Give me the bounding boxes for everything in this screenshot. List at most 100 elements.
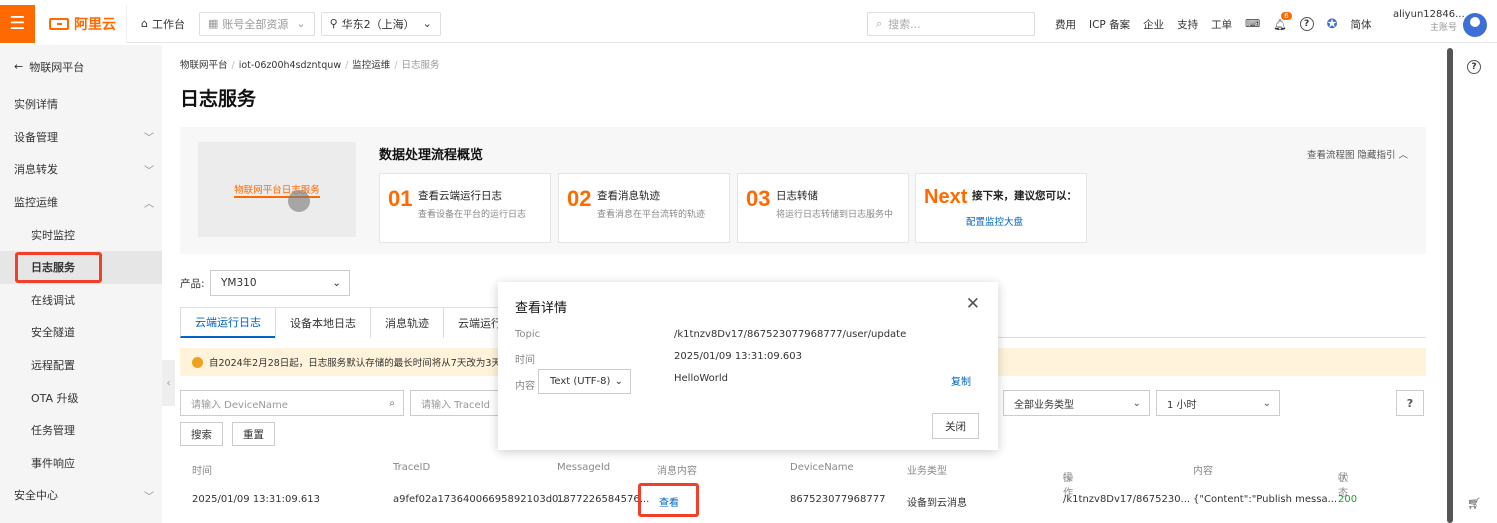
terminal-icon[interactable]: ⌨ (1245, 18, 1260, 30)
workbench-link[interactable]: ⌂ 工作台 (133, 12, 193, 36)
step-card[interactable]: 02 查看消息轨迹 查看消息在平台流转的轨迹 (558, 173, 730, 243)
encoding-value: Text (UTF-8) (550, 376, 611, 387)
sidebar-item[interactable]: 事件响应 (0, 447, 162, 480)
step-desc: 将运行日志转储到日志服务中 (776, 210, 894, 220)
help-icon[interactable]: ? (1467, 60, 1481, 74)
sidebar-item[interactable]: 实例详情 (0, 88, 162, 121)
service-icon[interactable]: ✪ (1327, 17, 1338, 32)
next-title: 接下来，建议您可以： (972, 190, 1077, 202)
sidebar-item[interactable]: 实时监控 (0, 218, 162, 251)
dialog-title: 查看详情 (515, 301, 568, 316)
menu-icon[interactable]: ☰ (0, 4, 35, 43)
account-type: 主账号 (1429, 23, 1457, 33)
sidebar-item[interactable]: 远程配置 (0, 349, 162, 382)
cell-time: 2025/01/09 13:31:09.613 (192, 494, 320, 505)
sidebar-item[interactable]: 日志服务 (0, 250, 162, 284)
link-enterprise[interactable]: 企业 (1143, 17, 1164, 32)
cart-icon[interactable]: 🛒︎ (1467, 497, 1481, 510)
chevron-icon: ﹀ (144, 491, 154, 503)
sidebar-item-label: 远程配置 (31, 359, 75, 373)
step-number: 02 (567, 186, 592, 211)
help-icon[interactable]: ⓘ (1338, 469, 1348, 484)
sidebar-item[interactable]: 消息转发 ﹀ (0, 153, 162, 186)
col-devicename: DeviceName (790, 462, 854, 473)
help-icon[interactable]: ⓘ (1063, 469, 1073, 484)
sidebar-item[interactable]: 设备管理 ﹀ (0, 121, 162, 154)
reset-button[interactable]: 重置 (232, 422, 275, 446)
chevron-icon: ﹀ (144, 165, 154, 177)
view-link-highlight (638, 483, 699, 517)
region-dropdown[interactable]: ⚲ 华东2（上海） ⌄ (320, 11, 441, 36)
table-header: 时间 TraceID MessageId 消息内容 DeviceName 业务类… (180, 455, 1426, 499)
grid-icon: ▦ (207, 17, 219, 30)
avatar[interactable] (1463, 13, 1487, 37)
config-dashboard-link[interactable]: 配置监控大盘 (966, 214, 1023, 228)
help-button[interactable]: ? (1396, 390, 1424, 416)
sidebar-back-label: 物联网平台 (29, 60, 85, 74)
user-account[interactable]: aliyun12846... 主账号 (1393, 9, 1465, 33)
link-icp[interactable]: ICP 备案 (1089, 17, 1130, 32)
time-range-select[interactable]: 1 小时 ⌄ (1156, 390, 1280, 416)
next-card: Next 接下来，建议您可以： 配置监控大盘 (915, 173, 1087, 243)
breadcrumb: 物联网平台 / iot-06z00h4sdzntquw / 监控运维 / 日志服务 (180, 60, 440, 71)
chevron-icon: ︿ (144, 198, 154, 210)
sidebar-item[interactable]: 监控运维 ︿ (0, 186, 162, 219)
link-billing[interactable]: 费用 (1055, 17, 1076, 32)
overview-links[interactable]: 查看流程图 隐藏指引 ︿ (1307, 147, 1408, 161)
aliyun-logo[interactable]: 阿里云 (35, 4, 127, 43)
device-name-placeholder: 请输入 DeviceName (191, 399, 288, 411)
cell-devicename: 867523077968777 (790, 494, 886, 505)
sidebar-item-label: 消息转发 (14, 163, 58, 177)
sidebar-item[interactable]: 任务管理 (0, 414, 162, 447)
region-label: 华东2（上海） (341, 17, 415, 31)
account-scope-dropdown[interactable]: ▦ 账号全部资源 ⌄ (198, 11, 315, 36)
tab-device-local-log[interactable]: 设备本地日志 (275, 307, 371, 338)
device-name-input[interactable]: 请输入 DeviceName ⌕ (180, 390, 404, 416)
biz-type-select[interactable]: 全部业务类型 ⌄ (1003, 390, 1150, 416)
language-switch[interactable]: 简体 (1351, 17, 1372, 32)
sidebar-item[interactable]: 在线调试 (0, 284, 162, 317)
overview-video[interactable]: 物联网平台日志服务 (198, 142, 356, 237)
sidebar-back-link[interactable]: ← 物联网平台 (0, 45, 162, 88)
sidebar-item-label: 安全隧道 (31, 326, 75, 340)
link-support[interactable]: 支持 (1177, 17, 1198, 32)
search-icon[interactable]: ⌕ (389, 398, 395, 409)
sidebar-item[interactable]: 安全隧道 (0, 316, 162, 349)
scrollbar[interactable] (1447, 48, 1453, 523)
play-icon[interactable] (288, 190, 310, 212)
sidebar-collapse-handle[interactable]: ‹ (162, 360, 175, 406)
breadcrumb-item[interactable]: iot-06z00h4sdzntquw (239, 60, 341, 71)
chevron-down-icon: ⌄ (1132, 397, 1141, 409)
copy-link[interactable]: 复制 (951, 373, 971, 388)
cell-operation: /k1tnzv8Dv17/8675230... (1063, 494, 1191, 505)
global-search-input[interactable]: ⌕ 搜索... (867, 12, 1035, 36)
cell-messageid: 1877226584576... (557, 494, 650, 505)
table-row: 2025/01/09 13:31:09.613 a9fef02a17364006… (180, 487, 1426, 515)
link-ticket[interactable]: 工单 (1211, 17, 1232, 32)
help-icon[interactable]: ? (1299, 17, 1314, 31)
close-icon[interactable]: ✕ (966, 294, 980, 314)
time-range-value: 1 小时 (1167, 399, 1197, 411)
search-button[interactable]: 搜索 (180, 422, 223, 446)
step-number: 03 (746, 186, 771, 211)
sidebar-item-label: 实例详情 (14, 98, 58, 112)
col-content: 内容 (1193, 466, 1213, 477)
sidebar-item[interactable]: OTA 升级 (0, 381, 162, 414)
product-select[interactable]: YM310 ⌄ (210, 270, 350, 296)
sidebar-item[interactable]: 安全中心 ﹀ (0, 479, 162, 512)
breadcrumb-item[interactable]: 物联网平台 (180, 60, 228, 71)
topic-value: /k1tnzv8Dv17/867523077968777/user/update (674, 329, 907, 340)
bell-icon[interactable]: 🔔︎ 6 (1273, 11, 1292, 31)
tab-cloud-log[interactable]: 云端运行日志 (180, 307, 276, 338)
step-card[interactable]: 01 查看云端运行日志 查看设备在平台的运行日志 (379, 173, 551, 243)
step-card[interactable]: 03 日志转储 将运行日志转储到日志服务中 (737, 173, 909, 243)
overview-title: 数据处理流程概览 (379, 148, 484, 163)
location-icon: ⚲ (329, 17, 338, 30)
cell-traceid: a9fef02a17364006695892103d0... (393, 494, 568, 505)
encoding-select[interactable]: Text (UTF-8) ⌄ (538, 369, 631, 394)
col-time: 时间 (192, 466, 212, 477)
content-label: 内容 (515, 381, 535, 392)
tab-message-trace[interactable]: 消息轨迹 (370, 307, 444, 338)
close-button[interactable]: 关闭 (932, 413, 979, 439)
breadcrumb-item[interactable]: 监控运维 (352, 60, 390, 71)
